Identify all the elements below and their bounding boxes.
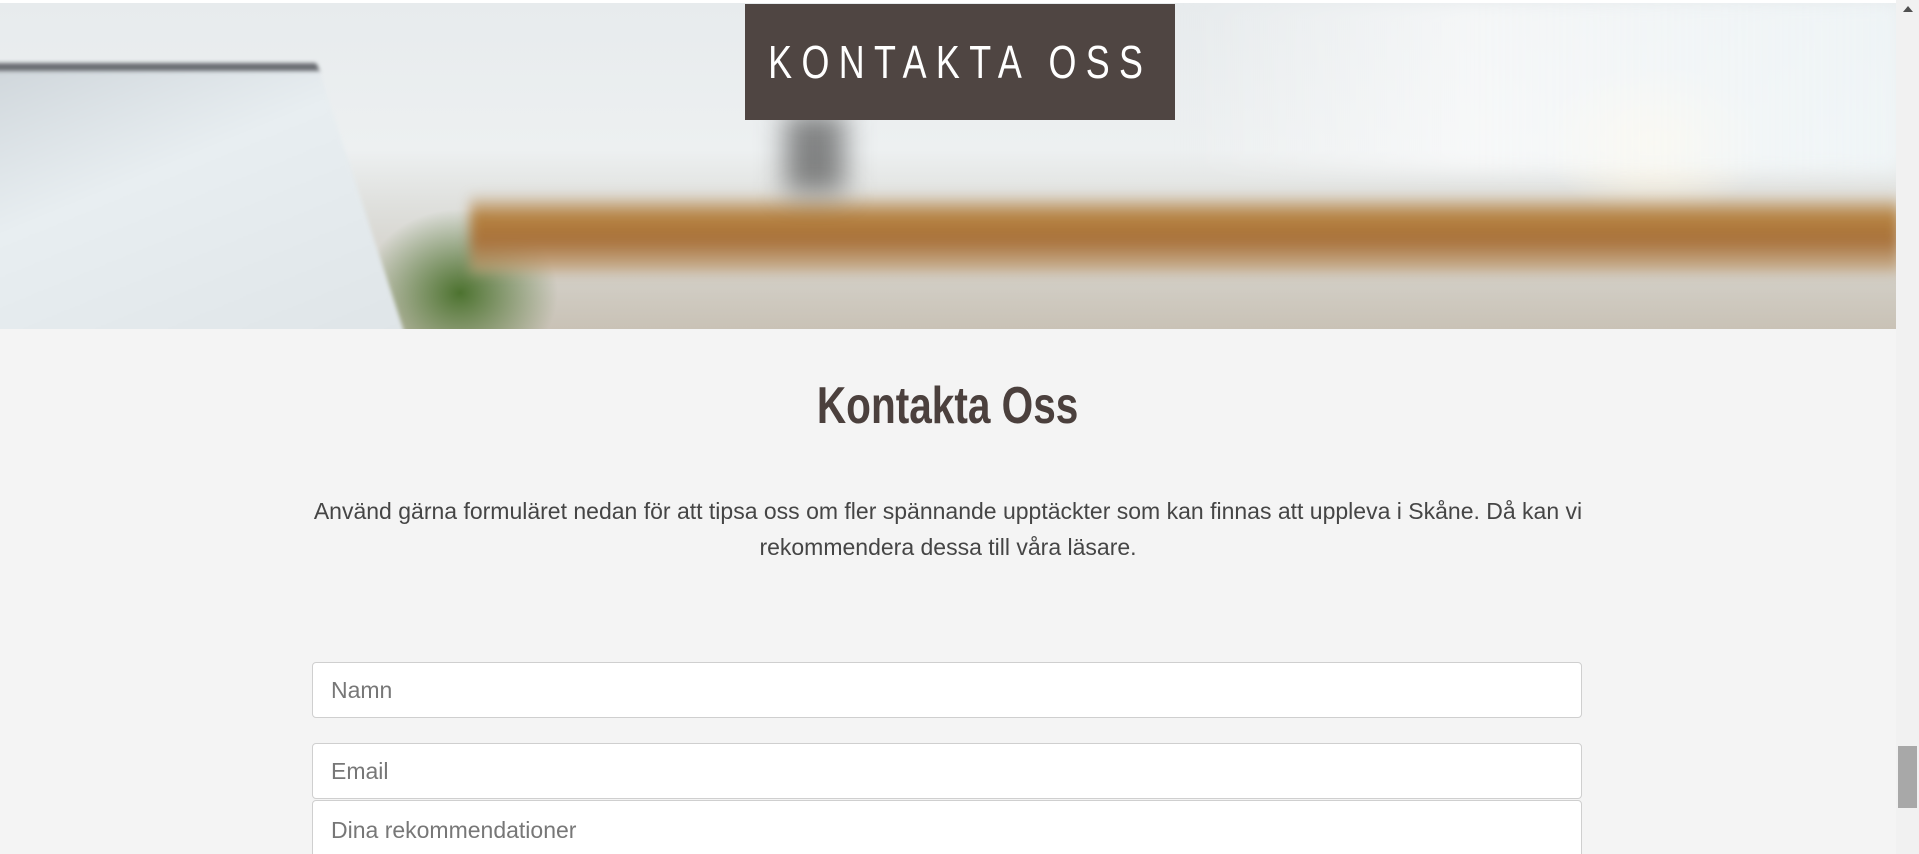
hero-laptop-blur bbox=[0, 63, 424, 329]
hero-banner: KONTAKTA OSS bbox=[745, 4, 1175, 120]
intro-text: Använd gärna formuläret nedan för att ti… bbox=[313, 498, 1583, 560]
email-field[interactable] bbox=[312, 743, 1582, 799]
hero-window-blur bbox=[1180, 3, 1896, 173]
hero-desk-blur bbox=[470, 193, 1896, 273]
scroll-thumb[interactable] bbox=[1898, 746, 1917, 808]
recommendations-field[interactable] bbox=[312, 800, 1582, 854]
hero-shadow-blur bbox=[785, 113, 845, 193]
page-title-text: Kontakta Oss bbox=[817, 377, 1079, 435]
hero-banner-title: KONTAKTA OSS bbox=[767, 36, 1153, 88]
name-field[interactable] bbox=[312, 662, 1582, 718]
scroll-up-arrow-icon[interactable] bbox=[1896, 0, 1919, 18]
hero-image: KONTAKTA OSS bbox=[0, 3, 1896, 329]
page-title: Kontakta Oss bbox=[0, 378, 1896, 434]
vertical-scrollbar[interactable] bbox=[1896, 0, 1919, 854]
page: KONTAKTA OSS Kontakta Oss Använd gärna f… bbox=[0, 0, 1919, 854]
